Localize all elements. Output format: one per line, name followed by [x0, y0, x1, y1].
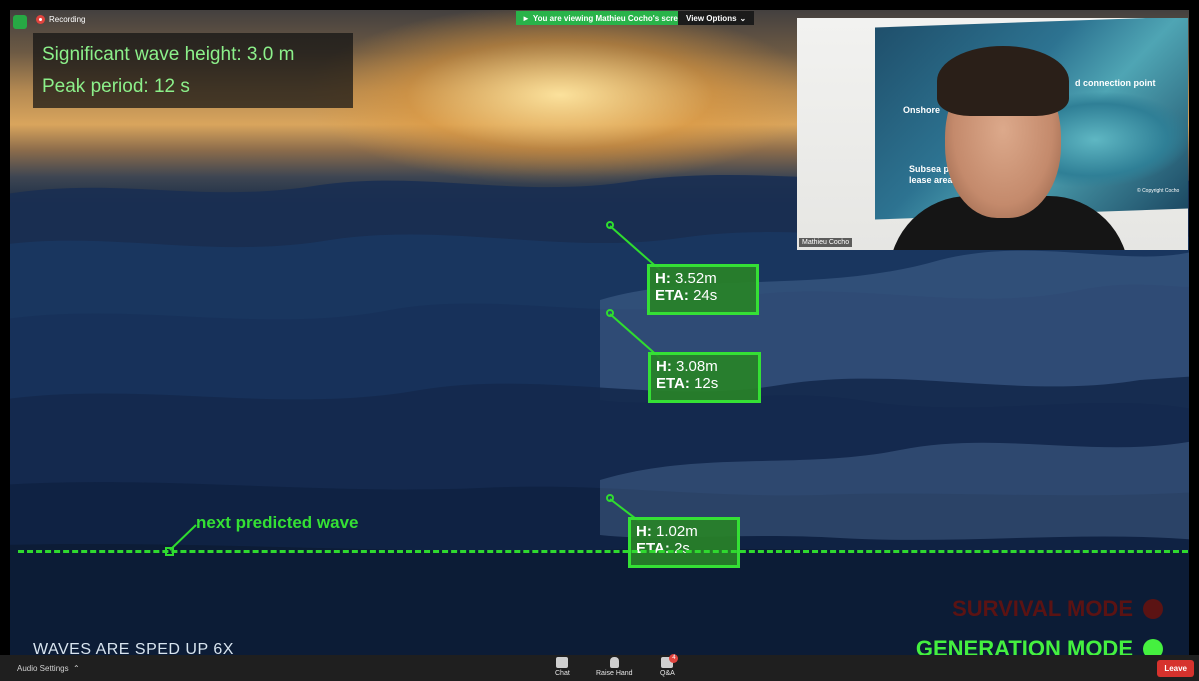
- height-label: H:: [656, 358, 672, 375]
- survival-status-dot-icon: [1143, 599, 1163, 619]
- wave-connectors: [169, 225, 661, 551]
- next-predicted-wave-label: next predicted wave: [196, 513, 359, 532]
- chat-label: Chat: [555, 670, 570, 677]
- eta-value: 2s: [674, 540, 690, 557]
- survival-mode-label: SURVIVAL MODE: [952, 596, 1133, 621]
- meeting-toolbar: Audio Settings ⌃ Chat Raise Hand 4 Q&A L…: [0, 654, 1199, 681]
- chat-button[interactable]: Chat: [555, 657, 570, 677]
- next-wave-marker: [165, 547, 174, 556]
- hand-icon: [609, 657, 619, 668]
- height-value: 3.08m: [676, 358, 718, 375]
- wave-marker-3[interactable]: [606, 494, 614, 502]
- eta-value: 12s: [694, 375, 719, 392]
- wave-marker-1[interactable]: [606, 221, 614, 229]
- raise-hand-label: Raise Hand: [596, 670, 633, 677]
- height-label: H:: [655, 270, 671, 287]
- audio-settings-button[interactable]: Audio Settings ⌃: [17, 664, 80, 673]
- qa-button[interactable]: 4 Q&A: [660, 654, 679, 677]
- wave-callout-3: H: 1.02m ETA: 2s: [628, 517, 740, 568]
- wave-callout-1: H: 3.52m ETA: 24s: [647, 264, 759, 315]
- height-label: H:: [636, 523, 652, 540]
- raise-hand-button[interactable]: Raise Hand: [596, 657, 633, 677]
- height-value: 3.52m: [675, 270, 717, 287]
- eta-label: ETA:: [655, 287, 689, 304]
- generation-mode-label: GENERATION MODE: [915, 636, 1133, 655]
- leave-button[interactable]: Leave: [1157, 660, 1194, 677]
- generation-status-dot-icon: [1143, 639, 1163, 655]
- eta-label: ETA:: [636, 540, 670, 557]
- survival-mode-indicator: SURVIVAL MODE: [952, 596, 1163, 622]
- wave-callout-2: H: 3.08m ETA: 12s: [648, 352, 761, 403]
- generation-mode-indicator: GENERATION MODE: [916, 636, 1163, 655]
- qa-label: Q&A: [660, 670, 675, 677]
- wave-marker-2[interactable]: [606, 309, 614, 317]
- height-value: 1.02m: [656, 523, 698, 540]
- qa-icon: 4: [661, 654, 679, 668]
- qa-badge: 4: [669, 654, 679, 663]
- audio-settings-label: Audio Settings: [17, 664, 69, 673]
- chat-icon: [556, 657, 569, 668]
- chevron-up-icon: ⌃: [70, 664, 80, 673]
- shared-screen: Recording ► You are viewing Mathieu Coch…: [0, 0, 1199, 655]
- speed-note: WAVES ARE SPED UP 6X: [33, 641, 234, 655]
- prediction-dashed-line: [18, 550, 1188, 553]
- eta-label: ETA:: [656, 375, 690, 392]
- eta-value: 24s: [693, 287, 718, 304]
